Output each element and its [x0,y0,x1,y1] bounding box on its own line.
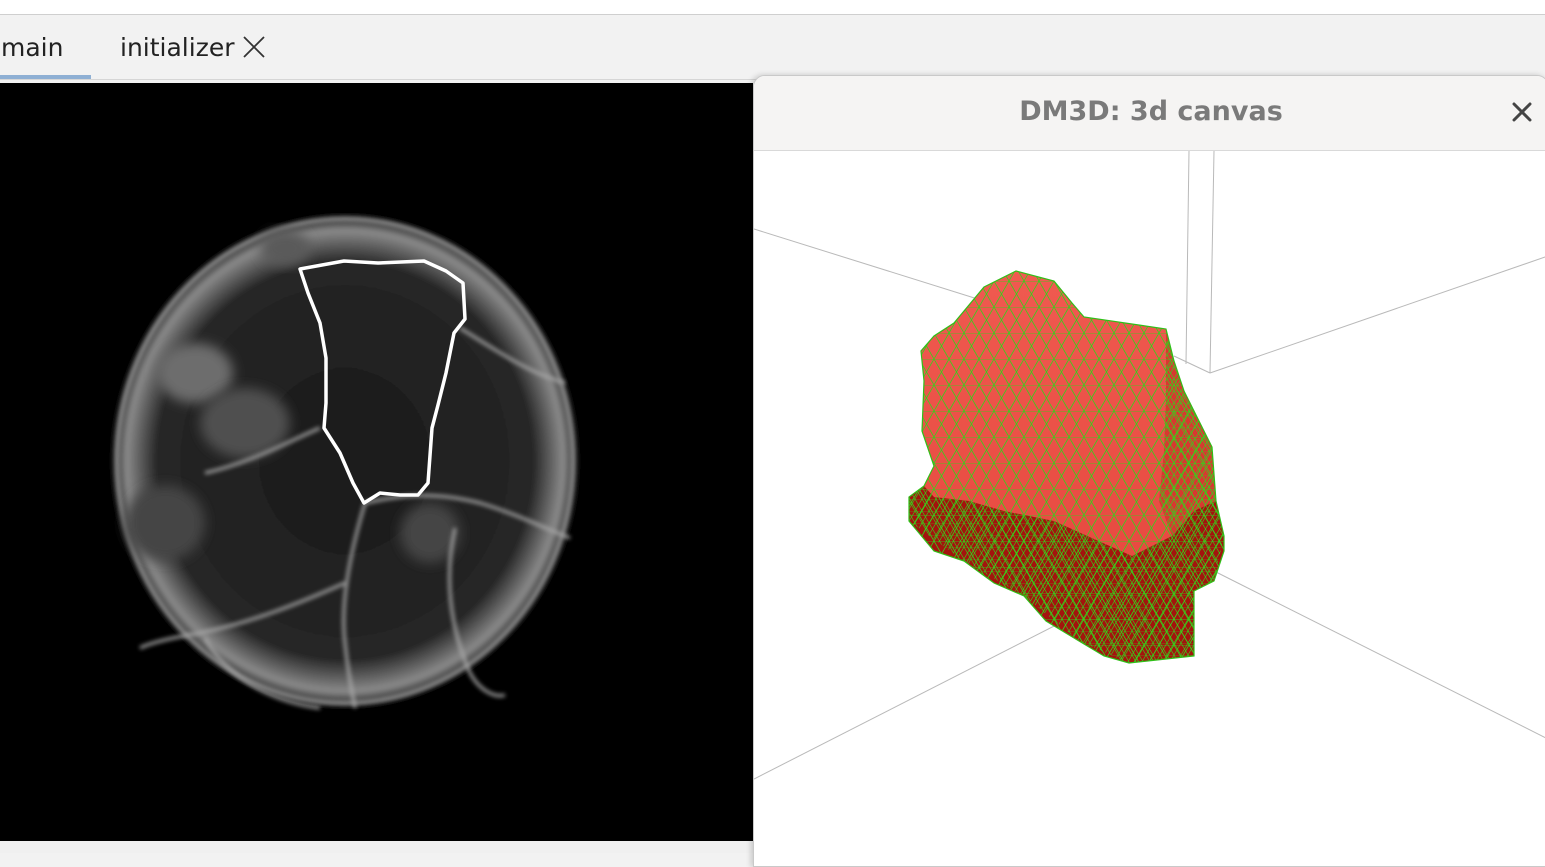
viewer-status-strip [0,841,753,853]
image-viewer[interactable] [0,83,753,841]
window-title: DM3D: 3d canvas [1019,96,1283,127]
canvas-3d-window[interactable]: DM3D: 3d canvas [753,75,1545,867]
tab-initializer-label: initializer [120,32,235,62]
active-tab-indicator [0,75,91,79]
cell-image [110,213,580,710]
tab-main-label: main [1,32,64,62]
tab-main[interactable]: main [0,15,91,79]
3d-canvas[interactable] [754,151,1545,866]
window-top-strip [0,0,1545,15]
close-x-icon[interactable] [242,35,266,59]
tab-bar: main initializer [0,15,1545,80]
window-header[interactable]: DM3D: 3d canvas [754,76,1545,151]
3d-mesh[interactable] [904,261,1234,671]
close-icon[interactable] [1508,98,1536,126]
tab-initializer[interactable]: initializer [120,15,266,79]
